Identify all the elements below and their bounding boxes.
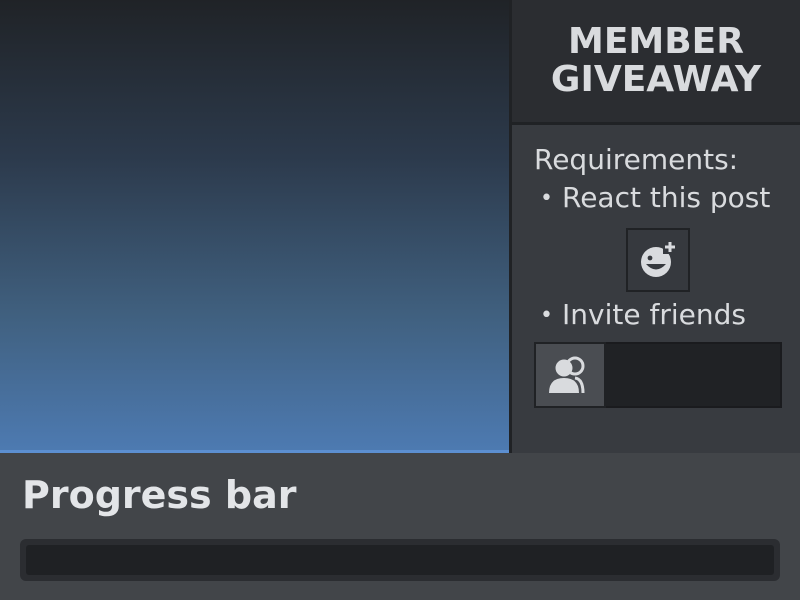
requirement-invite: • Invite friends [540, 296, 746, 335]
giveaway-screen: MEMBER GIVEAWAY Requirements: • React thi… [0, 0, 800, 600]
users-icon [549, 356, 585, 394]
giveaway-title: MEMBER GIVEAWAY [551, 23, 761, 99]
progress-title: Progress bar [22, 473, 297, 517]
sidebar-header: MEMBER GIVEAWAY [512, 0, 800, 125]
requirements-label: Requirements: [534, 143, 739, 176]
invite-friends-button[interactable] [534, 342, 606, 408]
progress-bar [20, 539, 780, 581]
bullet: • [540, 303, 553, 328]
title-line-2: GIVEAWAY [550, 59, 762, 100]
requirement-invite-label: Invite friends [562, 298, 746, 331]
progress-track [26, 545, 774, 575]
add-reaction-icon [641, 240, 677, 277]
giveaway-sidebar: MEMBER GIVEAWAY Requirements: • React thi… [509, 0, 800, 453]
title-line-1: MEMBER [568, 21, 744, 62]
invite-link-field[interactable] [606, 342, 782, 408]
bullet: • [540, 186, 553, 211]
invite-row [534, 342, 782, 408]
requirements-section: Requirements: • React this post [512, 125, 800, 218]
progress-panel: Progress bar [0, 453, 800, 600]
requirement-react-label: React this post [562, 181, 771, 214]
add-reaction-button[interactable] [626, 228, 690, 292]
requirement-react: • React this post [534, 179, 800, 218]
preview-panel [0, 0, 509, 453]
